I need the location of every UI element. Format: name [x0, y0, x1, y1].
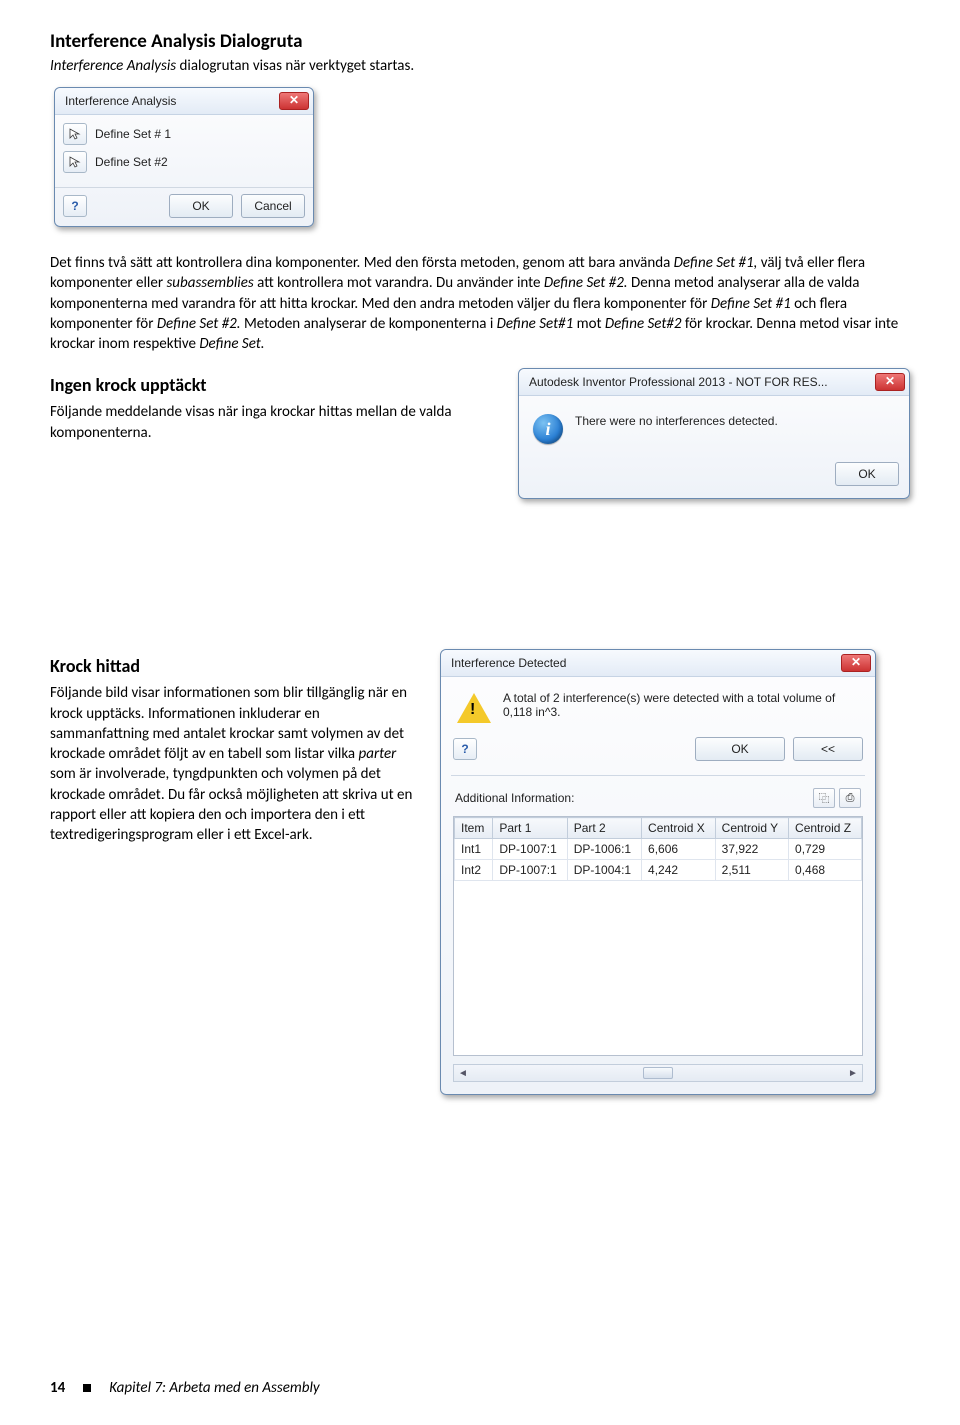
summary-text: A total of 2 interference(s) were detect…	[503, 691, 859, 719]
scroll-left-icon[interactable]: ◄	[455, 1065, 471, 1081]
subtitle-em: Interference Analysis	[50, 57, 176, 75]
close-button[interactable]: ✕	[841, 654, 871, 672]
interference-detected-dialog: Interference Detected ✕ A total of 2 int…	[440, 649, 876, 1095]
interference-table: Item Part 1 Part 2 Centroid X Centroid Y…	[454, 817, 862, 881]
collapse-button[interactable]: <<	[793, 737, 863, 761]
dialog-title: Autodesk Inventor Professional 2013 - NO…	[529, 375, 828, 389]
dialog-body: Define Set # 1 Define Set #2	[55, 115, 313, 187]
col-part1[interactable]: Part 1	[493, 818, 567, 839]
copy-button[interactable]: ⿻	[813, 788, 835, 808]
additional-info-row: Additional Information: ⿻ ⎙	[441, 780, 875, 812]
help-button[interactable]: ?	[453, 738, 477, 760]
close-button[interactable]: ✕	[279, 92, 309, 110]
page-subtitle: Interference Analysis dialogrutan visas …	[50, 57, 910, 75]
scroll-right-icon[interactable]: ►	[845, 1065, 861, 1081]
dialog-footer: ? OK Cancel	[55, 187, 313, 226]
col-centroid-z[interactable]: Centroid Z	[789, 818, 862, 839]
horizontal-scrollbar[interactable]: ◄ ►	[453, 1064, 863, 1082]
body-paragraph: Det finns två sätt att kontrollera dina …	[50, 253, 910, 354]
cursor-icon	[69, 156, 81, 168]
cancel-button[interactable]: Cancel	[241, 194, 305, 218]
ok-button[interactable]: OK	[695, 737, 785, 761]
dialog-footer: OK	[519, 454, 909, 498]
col-item[interactable]: Item	[455, 818, 493, 839]
interference-analysis-dialog: Interference Analysis ✕ Define Set # 1 D…	[54, 87, 314, 227]
col-part2[interactable]: Part 2	[567, 818, 641, 839]
table-header-row: Item Part 1 Part 2 Centroid X Centroid Y…	[455, 818, 862, 839]
col-centroid-y[interactable]: Centroid Y	[715, 818, 788, 839]
col-centroid-x[interactable]: Centroid X	[642, 818, 716, 839]
dialog-titlebar[interactable]: Interference Detected ✕	[441, 650, 875, 677]
dialog-titlebar[interactable]: Interference Analysis ✕	[55, 88, 313, 115]
dialog-summary-area: A total of 2 interference(s) were detect…	[441, 677, 875, 733]
additional-info-label: Additional Information:	[455, 791, 574, 805]
subtitle-rest: dialogrutan visas när verktyget startas.	[176, 57, 414, 75]
define-set-1-row: Define Set # 1	[63, 123, 305, 145]
select-set1-button[interactable]	[63, 123, 87, 145]
scroll-thumb[interactable]	[643, 1067, 673, 1079]
dialog-toolbar: ? OK <<	[441, 733, 875, 771]
define-set-2-label: Define Set #2	[95, 155, 168, 169]
close-button[interactable]: ✕	[875, 373, 905, 391]
table-row[interactable]: Int1 DP-1007:1 DP-1006:1 6,606 37,922 0,…	[455, 839, 862, 860]
footer-bullet-icon	[83, 1384, 91, 1392]
warning-icon	[457, 693, 491, 723]
collision-found-body: Följande bild visar informationen som bl…	[50, 683, 420, 845]
cursor-icon	[69, 128, 81, 140]
message-text: There were no interferences detected.	[575, 414, 778, 428]
interference-table-container: Item Part 1 Part 2 Centroid X Centroid Y…	[453, 816, 863, 1056]
print-button[interactable]: ⎙	[839, 788, 861, 808]
separator	[451, 775, 865, 776]
page-number: 14	[50, 1379, 65, 1397]
dialog-title: Interference Detected	[451, 656, 566, 670]
dialog-body: i There were no interferences detected.	[519, 396, 909, 454]
page-heading: Interference Analysis Dialogruta	[50, 30, 910, 53]
no-collision-heading: Ingen krock upptäckt	[50, 374, 494, 396]
info-icon: i	[533, 414, 563, 444]
table-row[interactable]: Int2 DP-1007:1 DP-1004:1 4,242 2,511 0,4…	[455, 860, 862, 881]
ok-button[interactable]: OK	[169, 194, 233, 218]
define-set-2-row: Define Set #2	[63, 151, 305, 173]
collision-found-heading: Krock hittad	[50, 655, 420, 677]
help-button[interactable]: ?	[63, 195, 87, 217]
page-footer: 14 Kapitel 7: Arbeta med en Assembly	[50, 1379, 320, 1397]
select-set2-button[interactable]	[63, 151, 87, 173]
dialog-titlebar[interactable]: Autodesk Inventor Professional 2013 - NO…	[519, 369, 909, 396]
chapter-label: Kapitel 7: Arbeta med en Assembly	[109, 1379, 319, 1397]
define-set-1-label: Define Set # 1	[95, 127, 171, 141]
no-interference-dialog: Autodesk Inventor Professional 2013 - NO…	[518, 368, 910, 499]
dialog-title: Interference Analysis	[65, 94, 176, 108]
no-collision-body: Följande meddelande visas när inga krock…	[50, 402, 494, 443]
ok-button[interactable]: OK	[835, 462, 899, 486]
